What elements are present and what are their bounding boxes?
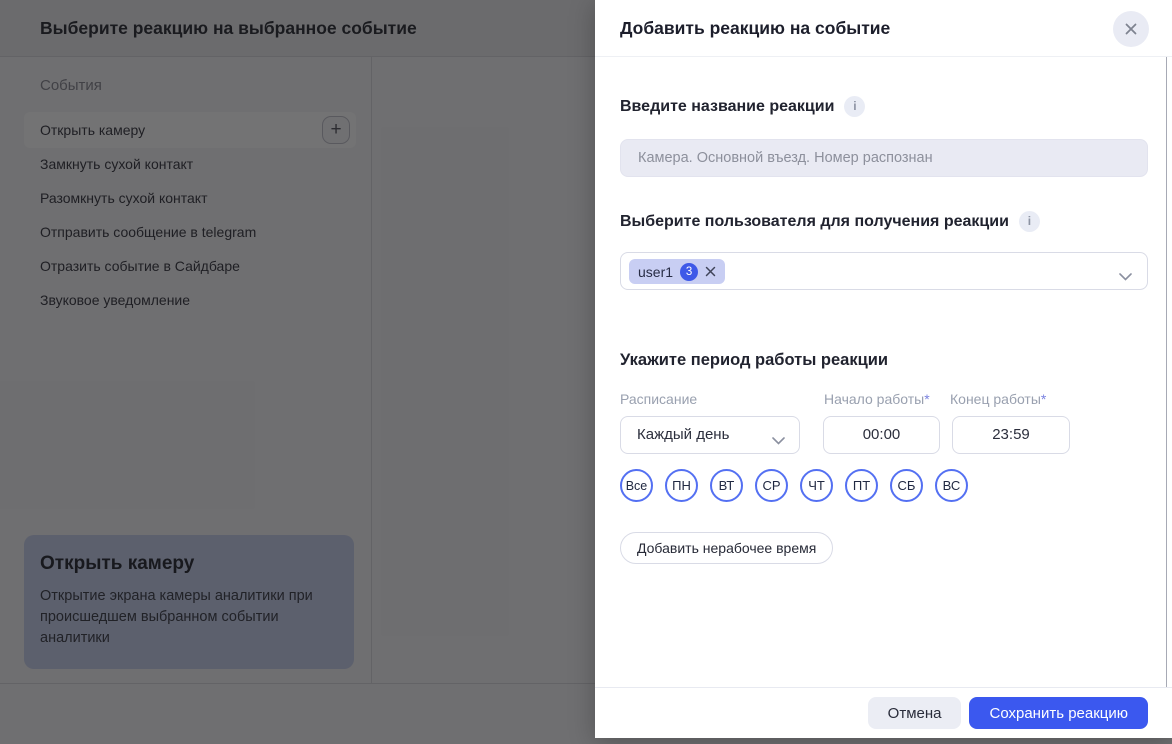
day-toggle-fri[interactable]: ПТ [845,469,878,502]
day-toggle-mon[interactable]: ПН [665,469,698,502]
day-toggle-thu[interactable]: ЧТ [800,469,833,502]
modal-footer: Отмена Сохранить реакцию [595,687,1172,738]
reaction-name-input[interactable]: Камера. Основной въезд. Номер распознан [620,139,1148,177]
user-chip-label: user1 [638,263,674,280]
period-section-title: Укажите период работы реакции [620,351,889,369]
user-chip-count-badge: 3 [680,262,699,281]
close-icon [1125,23,1137,35]
user-multiselect[interactable]: user1 3 [620,252,1148,290]
close-button[interactable] [1113,11,1149,47]
cancel-button[interactable]: Отмена [867,697,962,729]
schedule-label: Расписание [620,391,698,407]
chevron-down-icon[interactable] [1119,268,1132,286]
chevron-down-icon [772,432,785,450]
schedule-select-value: Каждый день [637,426,730,443]
screen: Выберите реакцию на выбранное событие Со… [0,0,1172,744]
user-chip: user1 3 [629,259,726,284]
required-mark: * [924,391,930,407]
user-select-label: Выберите пользователя для получения реак… [620,212,1009,230]
start-time-input[interactable]: 00:00 [823,416,940,454]
remove-chip-icon[interactable] [705,266,716,277]
add-reaction-modal: Добавить реакцию на событие Введите назв… [595,0,1172,738]
day-toggle-sun[interactable]: ВС [935,469,968,502]
modal-title: Добавить реакцию на событие [620,18,891,38]
info-icon[interactable]: i [1018,211,1040,232]
add-downtime-button[interactable]: Добавить нерабочее время [620,532,834,564]
scrollbar[interactable] [1166,57,1167,687]
day-toggle-tue[interactable]: ВТ [710,469,743,502]
start-time-label: Начало работы* [824,391,930,407]
weekday-toggle-row: Все ПН ВТ СР ЧТ ПТ СБ ВС [620,469,968,502]
user-select-label-row: Выберите пользователя для получения реак… [620,211,1040,232]
day-toggle-all[interactable]: Все [620,469,653,502]
end-time-label: Конец работы* [950,391,1047,407]
end-time-input[interactable]: 23:59 [952,416,1070,454]
info-icon[interactable]: i [844,96,866,117]
save-reaction-button[interactable]: Сохранить реакцию [969,697,1148,729]
day-toggle-sat[interactable]: СБ [890,469,923,502]
modal-header: Добавить реакцию на событие [595,0,1172,57]
schedule-select[interactable]: Каждый день [620,416,800,454]
required-mark: * [1040,391,1047,407]
reaction-name-label-row: Введите название реакции i [620,96,866,117]
reaction-name-label: Введите название реакции [620,97,835,115]
day-toggle-wed[interactable]: СР [755,469,788,502]
